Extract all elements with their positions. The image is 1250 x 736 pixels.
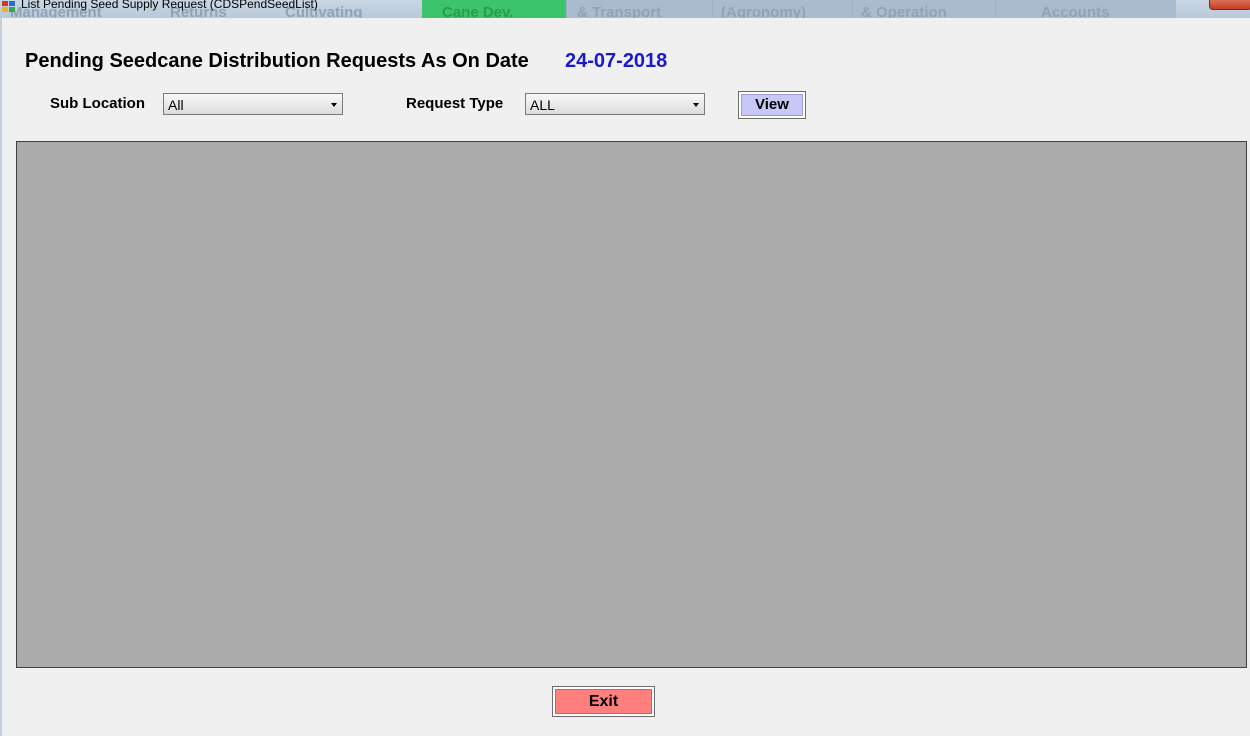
background-tab-6: (Agronomy) [712, 0, 856, 18]
as-on-date: 24-07-2018 [565, 50, 668, 72]
background-tab-7: & Operation [852, 0, 996, 18]
request-type-label: Request Type [406, 95, 504, 112]
chevron-down-icon [331, 103, 337, 107]
request-type-select[interactable]: ALL [525, 93, 705, 115]
sub-location-value: All [168, 97, 184, 113]
page-title: Pending Seedcane Distribution Requests A… [25, 50, 529, 72]
background-tab-4: Cane Dev. [422, 0, 577, 18]
background-tab-8: Accounts [995, 0, 1176, 18]
requests-grid[interactable] [16, 141, 1247, 668]
background-tab-5: & Transport [566, 0, 717, 18]
exit-button[interactable]: Exit [552, 686, 655, 717]
close-window-button[interactable] [1209, 0, 1250, 10]
window-title-bar: Management Returns Cultivating Cane Dev.… [0, 0, 1250, 18]
window-frame [0, 18, 2, 736]
sub-location-select[interactable]: All [163, 93, 343, 115]
request-type-value: ALL [530, 97, 555, 113]
app-icon [2, 1, 15, 12]
sub-location-label: Sub Location [50, 95, 145, 112]
window-title: List Pending Seed Supply Request (CDSPen… [21, 0, 318, 11]
chevron-down-icon [693, 103, 699, 107]
view-button[interactable]: View [738, 91, 806, 119]
